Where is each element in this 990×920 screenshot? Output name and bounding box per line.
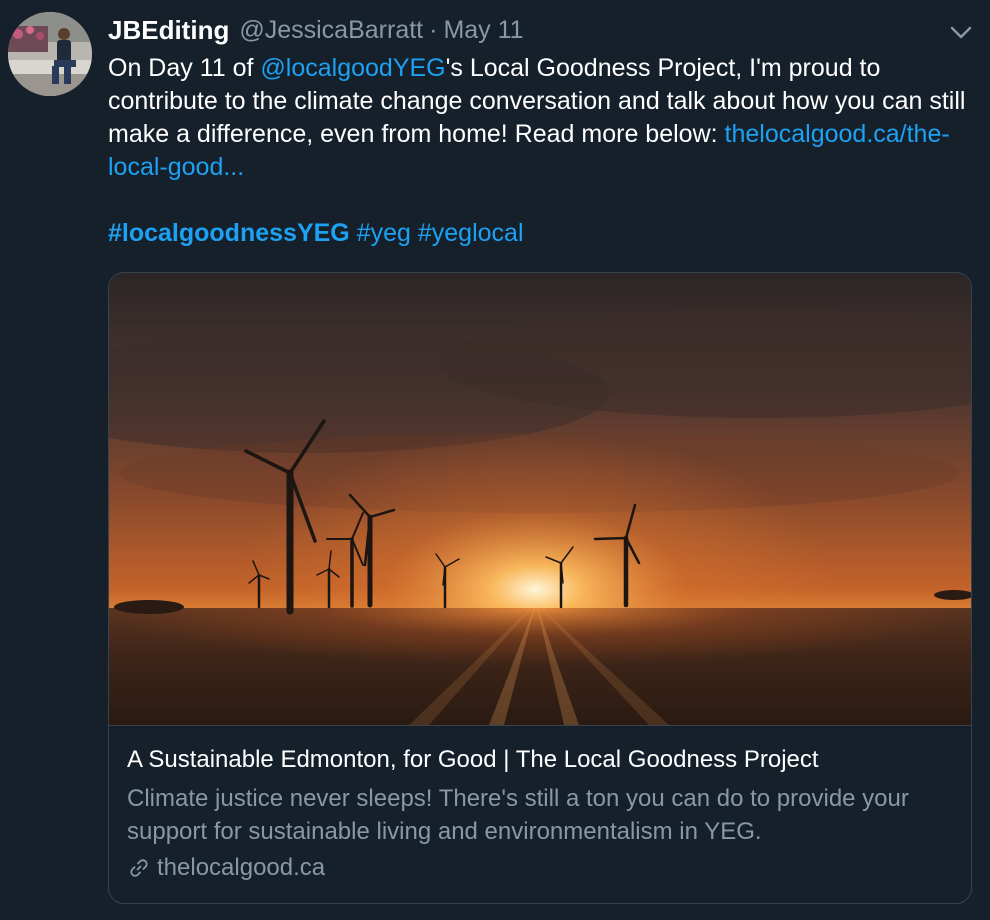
link-preview-card[interactable]: A Sustainable Edmonton, for Good | The L… (108, 272, 972, 904)
card-description: Climate justice never sleeps! There's st… (127, 785, 909, 845)
mention-link[interactable]: @localgoodYEG (260, 54, 445, 82)
tweet-text: On Day 11 of @localgoodYEG's Local Goodn… (108, 52, 968, 250)
hashtag-line: #localgoodnessYEG #yeg #yeglocal (108, 217, 968, 250)
card-image[interactable] (109, 273, 971, 726)
user-handle[interactable]: @JessicaBarratt (239, 16, 423, 45)
link-icon (130, 858, 148, 877)
tweet-text-part1: On Day 11 of (108, 54, 261, 82)
card-text[interactable]: A Sustainable Edmonton, for Good | The L… (127, 743, 957, 884)
separator-dot: · (429, 15, 438, 44)
avatar-photo (8, 12, 92, 96)
tweet-header: JBEditing @JessicaBarratt · May 11 (108, 14, 524, 46)
hashtag-yeg[interactable]: #yeg (357, 219, 411, 247)
card-domain: thelocalgood.ca (157, 854, 326, 881)
display-name[interactable]: JBEditing (108, 15, 229, 46)
hashtag-localgoodnessyeg[interactable]: #localgoodnessYEG (108, 219, 350, 247)
tweet[interactable]: JBEditing @JessicaBarratt · May 11 On Da… (0, 0, 990, 920)
chevron-down-icon[interactable] (946, 20, 976, 44)
avatar[interactable] (8, 12, 92, 96)
card-title: A Sustainable Edmonton, for Good | The L… (127, 746, 819, 773)
tweet-date[interactable]: May 11 (443, 16, 523, 45)
card-domain-row: thelocalgood.ca (127, 851, 957, 884)
hashtag-yeglocal[interactable]: #yeglocal (418, 219, 524, 247)
